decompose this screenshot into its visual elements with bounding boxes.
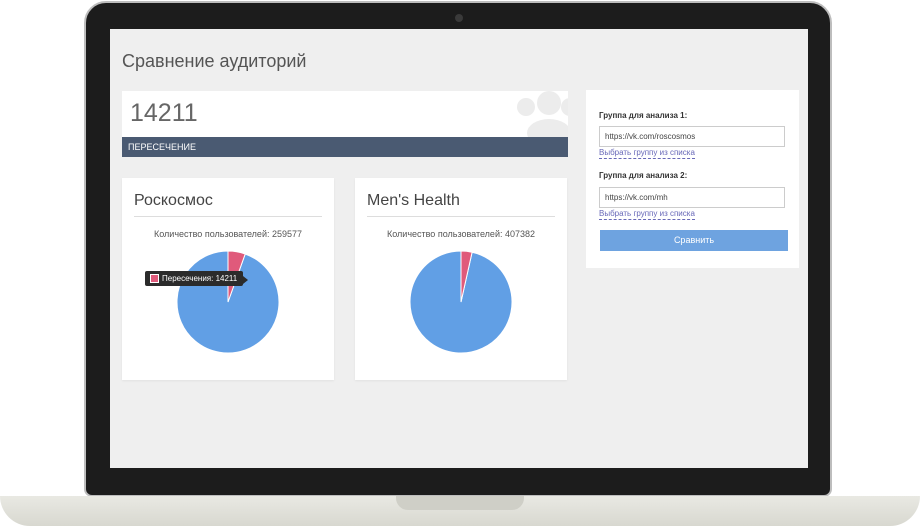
compare-button[interactable]: Сравнить (600, 230, 788, 251)
group-card-menshealth: Men's Health Количество пользователей: 4… (355, 178, 567, 380)
group2-label: Группа для анализа 2: (599, 171, 688, 180)
group1-label: Группа для анализа 1: (599, 111, 688, 120)
pie-chart (176, 250, 280, 354)
laptop-notch (396, 496, 524, 510)
group-user-count: Количество пользователей: 259577 (153, 229, 303, 239)
group-title: Роскосмос (134, 192, 213, 209)
group1-pick-link[interactable]: Выбрать группу из списка (599, 148, 695, 159)
pie-tooltip: Пересечения: 14211 (145, 271, 249, 287)
group1-input[interactable]: https://vk.com/roscosmos (599, 126, 785, 147)
group2-input[interactable]: https://vk.com/mh (599, 187, 785, 208)
group-title: Men's Health (367, 192, 460, 209)
page-title: Сравнение аудиторий (122, 51, 307, 71)
intersection-value: 14211 (130, 99, 198, 127)
group2-pick-link[interactable]: Выбрать группу из списка (599, 209, 695, 220)
intersection-label: ПЕРЕСЕЧЕНИЕ (122, 137, 568, 157)
compare-form: Группа для анализа 1: https://vk.com/ros… (586, 90, 799, 268)
users-icon (517, 91, 568, 139)
divider (367, 216, 555, 217)
divider (134, 216, 322, 217)
tooltip-text: Пересечения: 14211 (162, 274, 238, 283)
pie-chart (409, 250, 513, 354)
intersection-card: 14211 ПЕРЕСЕЧЕНИЕ (122, 91, 568, 157)
group-user-count: Количество пользователей: 407382 (386, 229, 536, 239)
group-card-roscosmos: Роскосмос Количество пользователей: 2595… (122, 178, 334, 380)
app-screen: Сравнение аудиторий 14211 ПЕРЕСЕЧЕНИЕ Ро… (110, 29, 808, 468)
tooltip-swatch (150, 274, 159, 284)
laptop-base (0, 496, 920, 526)
webcam (455, 14, 463, 22)
